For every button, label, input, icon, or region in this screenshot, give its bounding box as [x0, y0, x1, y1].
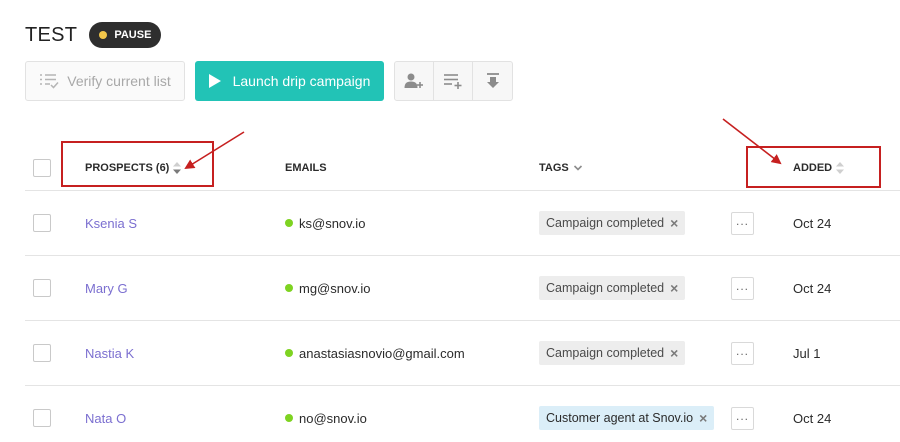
prospects-highlight-box — [61, 141, 214, 187]
tags-column-label: TAGS — [539, 161, 569, 174]
checklist-icon — [40, 74, 59, 89]
select-all-checkbox[interactable] — [33, 158, 51, 177]
play-icon — [208, 74, 221, 88]
status-badge[interactable]: PAUSE — [89, 22, 162, 48]
email-text: mg@snov.io — [299, 280, 371, 296]
download-button[interactable] — [473, 62, 512, 100]
list-title: TEST — [25, 23, 78, 46]
status-label: PAUSE — [114, 29, 152, 41]
remove-tag-icon[interactable]: × — [670, 215, 678, 231]
table-row: Nata O no@snov.io Customer agent at Snov… — [25, 386, 900, 442]
prospects-table: PROSPECTS (6) EMAILS TAGS ADDED Ksenia S… — [25, 145, 900, 442]
row-checkbox[interactable] — [33, 279, 51, 297]
remove-tag-icon[interactable]: × — [670, 345, 678, 361]
email-text: anastasiasnovio@gmail.com — [299, 345, 465, 361]
download-icon — [486, 73, 499, 88]
list-header: TEST PAUSE — [25, 22, 162, 48]
table-row: Mary G mg@snov.io Campaign completed × ..… — [25, 256, 900, 321]
email-status-dot-icon — [285, 219, 293, 227]
verify-list-label: Verify current list — [67, 73, 171, 89]
table-row: Nastia K anastasiasnovio@gmail.com Campa… — [25, 321, 900, 386]
prospect-name-link[interactable]: Mary G — [85, 281, 128, 296]
row-checkbox[interactable] — [33, 344, 51, 362]
add-prospect-button[interactable] — [395, 62, 434, 100]
tag-label: Customer agent at Snov.io — [546, 411, 694, 425]
email-status-dot-icon — [285, 414, 293, 422]
email-status-dot-icon — [285, 284, 293, 292]
emails-column-label: EMAILS — [285, 161, 327, 174]
launch-campaign-label: Launch drip campaign — [232, 73, 371, 89]
more-options-button[interactable]: ... — [731, 211, 754, 235]
add-prospect-icon — [404, 73, 423, 88]
email-text: ks@snov.io — [299, 215, 366, 231]
row-checkbox[interactable] — [33, 409, 51, 427]
emails-column-header: EMAILS — [285, 145, 327, 190]
add-to-list-button[interactable] — [434, 62, 473, 100]
more-options-button[interactable]: ... — [731, 276, 754, 300]
tag-chip: Customer agent at Snov.io × — [539, 406, 715, 430]
tag-chip: Campaign completed × — [539, 341, 686, 365]
email-status-dot-icon — [285, 349, 293, 357]
more-options-button[interactable]: ... — [731, 341, 754, 365]
added-date: Jul 1 — [793, 345, 821, 361]
action-button-group — [394, 61, 513, 101]
more-options-button[interactable]: ... — [731, 406, 754, 430]
prospect-name-link[interactable]: Ksenia S — [85, 216, 137, 231]
tag-chip: Campaign completed × — [539, 211, 686, 235]
launch-campaign-button[interactable]: Launch drip campaign — [195, 61, 384, 101]
add-to-list-icon — [444, 74, 462, 89]
tag-chip: Campaign completed × — [539, 276, 686, 300]
toolbar: Verify current list Launch drip campaign — [25, 61, 513, 101]
added-date: Oct 24 — [793, 410, 832, 426]
prospect-name-link[interactable]: Nastia K — [85, 346, 134, 361]
status-dot-icon — [99, 31, 108, 39]
remove-tag-icon[interactable]: × — [670, 280, 678, 296]
email-text: no@snov.io — [299, 410, 367, 426]
remove-tag-icon[interactable]: × — [699, 410, 707, 426]
prospect-name-link[interactable]: Nata O — [85, 411, 126, 426]
tag-label: Campaign completed — [546, 216, 665, 230]
verify-list-button[interactable]: Verify current list — [25, 61, 185, 101]
added-date: Oct 24 — [793, 215, 832, 231]
tags-column-header[interactable]: TAGS — [539, 145, 583, 190]
chevron-down-icon — [573, 164, 582, 171]
table-row: Ksenia S ks@snov.io Campaign completed × … — [25, 191, 900, 256]
added-date: Oct 24 — [793, 280, 832, 296]
tag-label: Campaign completed — [546, 346, 665, 360]
added-highlight-box — [746, 146, 881, 188]
row-checkbox[interactable] — [33, 214, 51, 232]
tag-label: Campaign completed — [546, 281, 665, 295]
